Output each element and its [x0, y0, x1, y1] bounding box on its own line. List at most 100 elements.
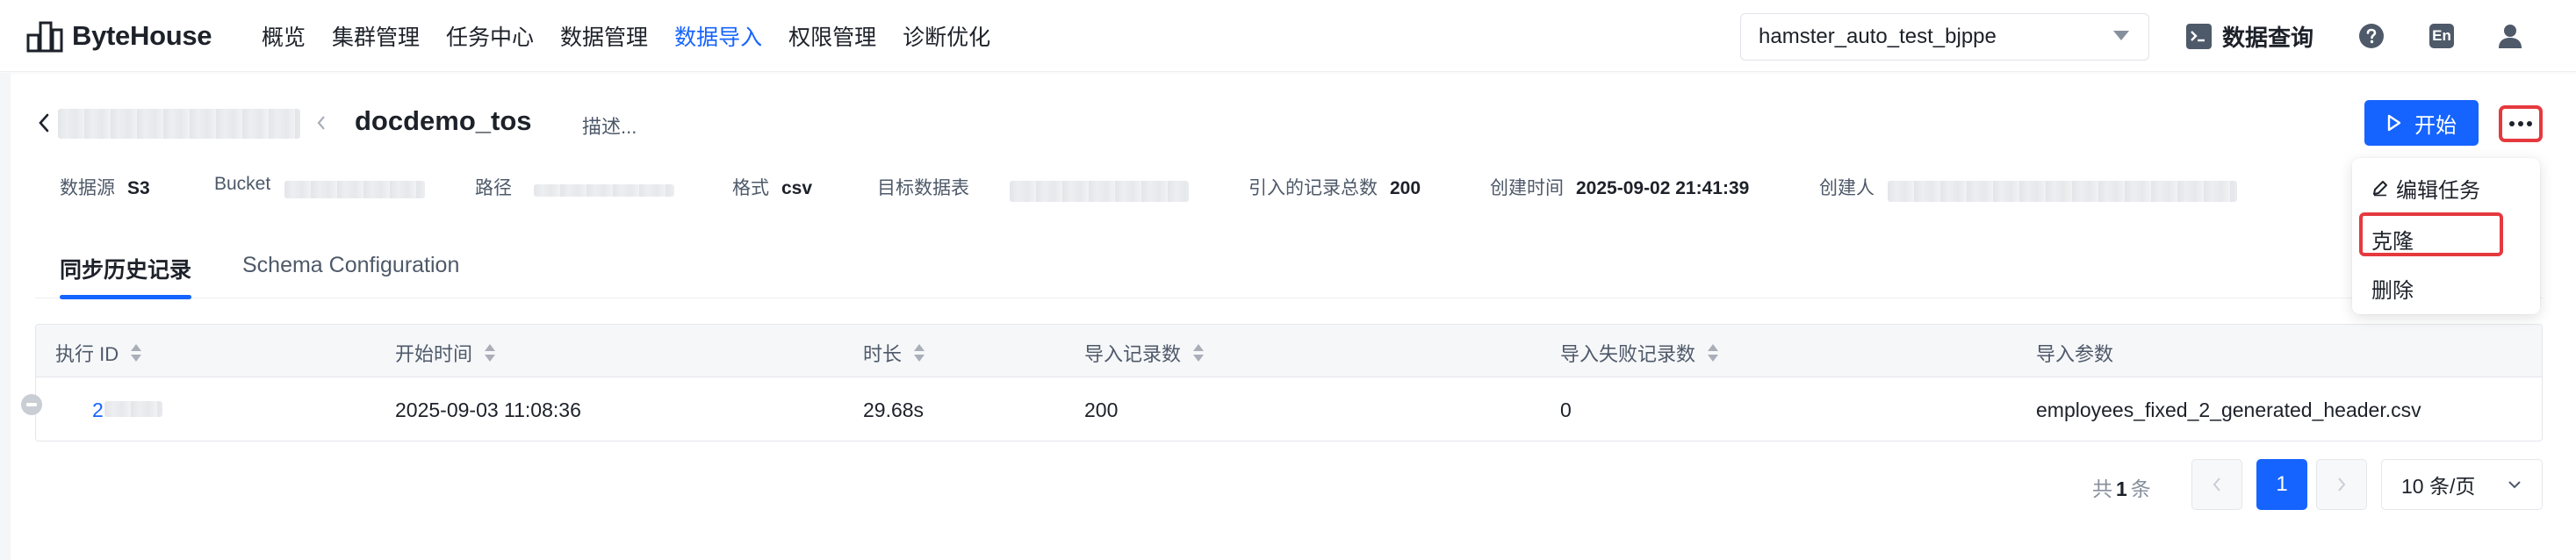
meta-path: 路径 [475, 174, 512, 200]
database-select[interactable]: hamster_auto_test_bjppe [1740, 13, 2149, 61]
tab-sync-history[interactable]: 同步历史记录 [60, 253, 191, 284]
terminal-icon [2186, 23, 2212, 49]
redacted-target-value [1010, 181, 1189, 202]
column-header-imported[interactable]: 导入记录数 [1084, 339, 1205, 367]
meta-source-value: S3 [127, 178, 150, 198]
menu-item-delete-label: 删除 [2371, 278, 2414, 303]
database-select-value: hamster_auto_test_bjppe [1759, 25, 1997, 48]
column-header-label: 时长 [863, 343, 903, 365]
next-page-button[interactable] [2316, 459, 2367, 510]
cell-params: employees_fixed_2_generated_header.csv [2036, 398, 2421, 421]
meta-path-label: 路径 [475, 178, 512, 198]
more-dot [2509, 121, 2515, 126]
clone-highlight-box [2359, 212, 2503, 256]
meta-created-time: 创建时间 2025-09-02 21:41:39 [1490, 174, 1749, 200]
total-prefix: 共 [2092, 477, 2112, 500]
column-header-start-time[interactable]: 开始时间 [395, 339, 496, 367]
sort-icon[interactable] [1708, 343, 1719, 363]
menu-item-edit-label: 编辑任务 [2396, 178, 2480, 203]
table-header: 执行 ID 开始时间 时长 导入记录数 导入失败记录数 导入参数 [36, 325, 2542, 377]
page-size-value: 10 条/页 [2401, 475, 2476, 498]
nav-item-tasks[interactable]: 任务中心 [446, 20, 534, 52]
sort-icon[interactable] [1193, 343, 1205, 363]
meta-records-label: 引入的记录总数 [1248, 178, 1378, 198]
meta-bucket-label: Bucket [214, 174, 271, 194]
more-actions-menu: 编辑任务 克隆 删除 [2352, 158, 2540, 314]
cell-start-time: 2025-09-03 11:08:36 [395, 398, 581, 421]
column-header-duration[interactable]: 时长 [863, 339, 925, 367]
description-edit[interactable]: 描述... [582, 111, 637, 140]
data-query-button[interactable]: 数据查询 [2186, 19, 2313, 53]
page-number-current[interactable]: 1 [2256, 459, 2307, 510]
start-button-label: 开始 [2414, 113, 2457, 138]
meta-source-label: 数据源 [60, 178, 115, 198]
sort-icon[interactable] [485, 343, 496, 363]
meta-record-count: 引入的记录总数 200 [1248, 174, 1421, 200]
page-size-select[interactable]: 10 条/页 [2381, 459, 2543, 510]
nav-item-diagnostics[interactable]: 诊断优化 [903, 20, 990, 52]
sort-icon[interactable] [131, 343, 142, 363]
column-header-params: 导入参数 [2036, 339, 2113, 367]
meta-format: 格式 csv [732, 174, 812, 200]
column-header-label: 导入失败记录数 [1560, 343, 1696, 365]
main-menu: 概览 集群管理 任务中心 数据管理 数据导入 权限管理 诊断优化 [262, 0, 1017, 72]
help-icon[interactable] [2358, 23, 2385, 49]
sort-icon[interactable] [914, 343, 925, 363]
total-count: 1 [2116, 477, 2127, 500]
menu-item-edit-task[interactable]: 编辑任务 [2371, 169, 2480, 207]
top-navigation: ByteHouse 概览 集群管理 任务中心 数据管理 数据导入 权限管理 诊断… [0, 0, 2576, 72]
cell-duration: 29.68s [863, 398, 925, 421]
meta-records-value: 200 [1390, 178, 1421, 198]
tab-bar: 同步历史记录 Schema Configuration [35, 248, 2543, 299]
redacted-breadcrumb [58, 109, 300, 139]
sync-history-table: 执行 ID 开始时间 时长 导入记录数 导入失败记录数 导入参数 2 2025-… [35, 324, 2543, 442]
redacted-bucket-value [284, 181, 425, 198]
page-title: docdemo_tos [355, 105, 532, 136]
start-button[interactable]: 开始 [2364, 100, 2479, 146]
column-header-label: 开始时间 [395, 343, 473, 365]
more-dot [2527, 121, 2532, 126]
meta-format-value: csv [781, 178, 813, 198]
column-header-label: 导入记录数 [1084, 343, 1182, 365]
run-id-link[interactable]: 2 [92, 398, 104, 422]
user-avatar-icon[interactable] [2496, 22, 2524, 50]
meta-bucket: Bucket [214, 174, 270, 195]
prev-page-button[interactable] [2191, 459, 2242, 510]
column-header-run-id[interactable]: 执行 ID [55, 339, 142, 367]
meta-source: 数据源 S3 [60, 174, 150, 200]
breadcrumb-separator-icon [317, 116, 325, 130]
nav-item-permissions[interactable]: 权限管理 [788, 20, 876, 52]
edit-icon [2373, 181, 2387, 197]
data-query-label: 数据查询 [2222, 24, 2314, 51]
active-tab-indicator [60, 295, 191, 299]
nav-item-data-management[interactable]: 数据管理 [560, 20, 648, 52]
meta-created-value: 2025-09-02 21:41:39 [1576, 178, 1750, 198]
total-suffix: 条 [2130, 477, 2151, 500]
chevron-down-icon [2508, 481, 2521, 489]
column-header-label: 导入参数 [2036, 343, 2114, 365]
nav-item-overview[interactable]: 概览 [262, 20, 306, 52]
table-row: 2 2025-09-03 11:08:36 29.68s 200 0 emplo… [36, 378, 2542, 441]
nav-item-data-import[interactable]: 数据导入 [674, 20, 762, 52]
pagination-total: 共1条 [2092, 472, 2151, 502]
redacted-path-value [534, 184, 674, 197]
cell-imported: 200 [1084, 398, 1119, 421]
caret-down-icon [2113, 31, 2129, 40]
cell-failed: 0 [1560, 398, 1572, 421]
play-icon [2387, 114, 2401, 132]
meta-created-label: 创建时间 [1490, 178, 1564, 198]
meta-target-label: 目标数据表 [877, 178, 969, 198]
bytehouse-logo[interactable]: ByteHouse [26, 19, 212, 53]
chevron-right-icon [2338, 477, 2346, 492]
redacted-run-id [104, 401, 162, 417]
tab-schema-configuration[interactable]: Schema Configuration [242, 253, 459, 278]
brand-name: ByteHouse [72, 20, 212, 51]
menu-item-delete[interactable]: 删除 [2371, 269, 2414, 307]
column-header-label: 执行 ID [55, 343, 119, 365]
column-header-failed[interactable]: 导入失败记录数 [1560, 339, 1719, 367]
chevron-left-icon [2213, 477, 2220, 492]
language-icon[interactable]: En [2429, 24, 2454, 48]
back-arrow-icon[interactable] [35, 111, 53, 134]
more-actions-button[interactable] [2499, 105, 2543, 142]
nav-item-clusters[interactable]: 集群管理 [332, 20, 420, 52]
